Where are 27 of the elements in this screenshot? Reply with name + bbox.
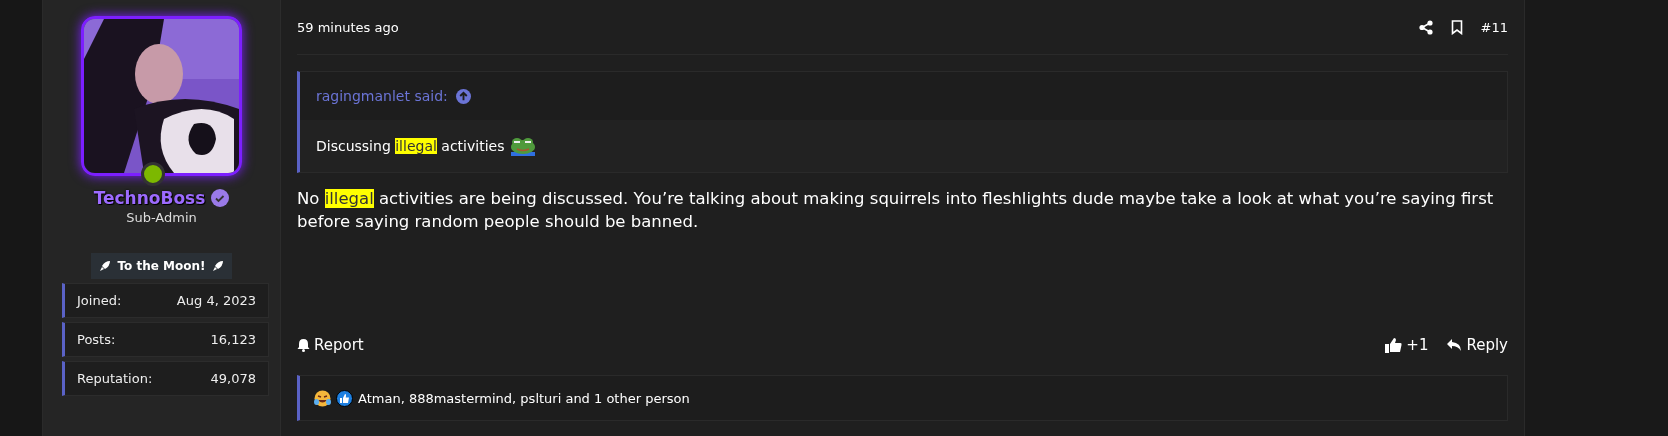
like-reaction-icon: [336, 389, 353, 407]
banner-text: To the Moon!: [117, 259, 206, 273]
like-button[interactable]: +1: [1385, 336, 1429, 354]
post-number[interactable]: #11: [1480, 19, 1508, 35]
reply-button[interactable]: Reply: [1446, 336, 1508, 354]
share-icon[interactable]: [1418, 19, 1433, 35]
thumbs-up-icon: [1385, 337, 1403, 353]
stat-value: 16,123: [210, 332, 256, 347]
post-body-text: No illegal activities are being discussed. You’re talking about making squirrels into fleshlights dude maybe take a look at what you’re saying first before saying random people should be banned.: [297, 188, 1495, 233]
post-time[interactable]: 59 minutes ago: [297, 19, 399, 35]
bell-icon: [297, 338, 310, 352]
user-role: Sub-Admin: [126, 210, 197, 225]
reaction-users-text[interactable]: Atman, 888mastermind, pslturi and 1 other person: [358, 390, 690, 406]
report-link[interactable]: Report: [297, 336, 364, 354]
laughing-crying-emoji-icon: [314, 389, 331, 407]
arrow-up-icon[interactable]: [455, 88, 471, 104]
stat-label: Joined:: [77, 293, 122, 308]
quote-author[interactable]: ragingmanlet said:: [316, 88, 448, 104]
bookmark-icon[interactable]: [1450, 19, 1463, 35]
quote-text: Discussing illegal activities: [316, 138, 505, 154]
stat-value: Aug 4, 2023: [176, 293, 256, 308]
stat-label: Reputation:: [77, 371, 153, 386]
stat-value: 49,078: [210, 371, 256, 386]
username[interactable]: TechnoBoss: [93, 188, 206, 208]
reply-arrow-icon: [1446, 338, 1463, 352]
frog-emoji-icon: [510, 136, 537, 156]
stat-label: Posts:: [77, 332, 116, 347]
